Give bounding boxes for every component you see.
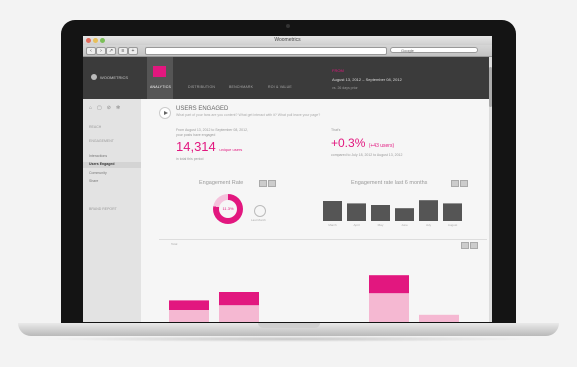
- bottom-chart-divider: [159, 239, 487, 240]
- tick-label: June: [401, 223, 408, 227]
- add-tab-icon[interactable]: +: [128, 47, 138, 55]
- bottom-chart-label: Total: [171, 242, 178, 246]
- browser-titlebar: Woometrics: [83, 36, 492, 45]
- sidebar-icons: ⌂ ▢ ⊘ ✻: [89, 105, 120, 111]
- date-range-text: August 13, 2012 – September 08, 2012: [332, 77, 402, 82]
- sidebar-heading-reach[interactable]: REACH: [89, 125, 101, 129]
- engagement-6m-title: Engagement rate last 6 months: [351, 180, 428, 186]
- laptop-shadow: [40, 336, 537, 342]
- delta-users: (+43 users): [368, 143, 395, 149]
- logo-text: WOOMETRICS: [100, 74, 128, 80]
- donut-value: 11.3%: [222, 206, 234, 211]
- sidebar-item-share[interactable]: Share: [89, 179, 98, 183]
- app-logo[interactable]: WOOMETRICS: [91, 74, 128, 80]
- section-title: USERS ENGAGED: [176, 106, 229, 112]
- date-from-label: FROM: [332, 68, 344, 73]
- bar-may[interactable]: [371, 205, 390, 221]
- forward-icon[interactable]: ›: [96, 47, 106, 55]
- sidebar-heading-brand-report[interactable]: BRAND REPORT: [89, 207, 117, 211]
- browser-title: Woometrics: [274, 37, 301, 43]
- delta-value: +0.3% (+43 users): [331, 136, 394, 150]
- delta-note: compared to July 18, 2012 to August 13, …: [331, 153, 403, 157]
- camera-icon: [286, 24, 290, 28]
- main-content: USERS ENGAGED What part of your fans are…: [141, 99, 489, 322]
- laptop-screen: Woometrics ‹ › ↗ ≡ + Google WOOMETRICS A…: [83, 36, 492, 322]
- bar-july[interactable]: [419, 200, 438, 221]
- print-icon[interactable]: [268, 180, 276, 187]
- date-range-picker[interactable]: FROM August 13, 2012 – September 08, 201…: [332, 68, 402, 90]
- tick-label: August: [448, 223, 458, 227]
- stacked-bar-segment[interactable]: [369, 275, 409, 294]
- period-text: From August 13, 2012 to September 08, 20…: [176, 128, 248, 132]
- page-icon[interactable]: ▢: [97, 105, 102, 111]
- bottom-chart-actions: [461, 242, 478, 249]
- sidebar-item-interactions[interactable]: Interactions: [89, 154, 107, 158]
- engagement-6m-actions: [451, 180, 468, 187]
- play-icon[interactable]: [159, 107, 171, 119]
- print-icon[interactable]: [460, 180, 468, 187]
- url-bar[interactable]: [145, 47, 387, 55]
- stacked-bar-segment[interactable]: [169, 310, 209, 322]
- mini-ring: [254, 205, 266, 217]
- stacked-bar-segment[interactable]: [169, 300, 209, 310]
- users-count-value: 14,314: [176, 139, 216, 154]
- nav-distribution[interactable]: DISTRIBUTION: [188, 85, 215, 89]
- nav-roi-value[interactable]: ROI & VALUE: [268, 85, 292, 89]
- export-icon[interactable]: [259, 180, 267, 187]
- bar-april[interactable]: [347, 203, 366, 221]
- print-icon[interactable]: [470, 242, 478, 249]
- logo-icon: [91, 74, 97, 80]
- bar-august[interactable]: [443, 203, 462, 221]
- nav-benchmark[interactable]: BENCHMARK: [229, 85, 253, 89]
- back-icon[interactable]: ‹: [86, 47, 96, 55]
- bar-march[interactable]: [323, 201, 342, 221]
- engagement-donut: 11.3%: [213, 194, 243, 224]
- laptop-notch: [258, 323, 320, 328]
- engagement-rate-actions: [259, 180, 276, 187]
- section-subtitle: What part of your fans are you content? …: [176, 113, 321, 117]
- export-icon[interactable]: [451, 180, 459, 187]
- bar-june[interactable]: [395, 208, 414, 221]
- search-input[interactable]: Google: [390, 47, 478, 53]
- nav-analytics-bg: [147, 57, 173, 99]
- settings-icon[interactable]: ✻: [116, 105, 120, 111]
- bottom-stacked-chart: [169, 275, 459, 322]
- bookmarks-icon[interactable]: ≡: [118, 47, 128, 55]
- scrollbar-thumb[interactable]: [489, 67, 492, 107]
- share-icon[interactable]: ↗: [106, 47, 116, 55]
- sidebar-item-community[interactable]: Community: [89, 171, 107, 175]
- delta-percent: +0.3%: [331, 136, 366, 150]
- stacked-bar-segment[interactable]: [369, 293, 409, 322]
- users-count: 14,314 unique users: [176, 139, 242, 154]
- users-note: in total this period: [176, 157, 204, 161]
- tick-label: April: [353, 223, 359, 227]
- tick-label: March: [328, 223, 337, 227]
- stacked-bar-segment[interactable]: [419, 314, 459, 322]
- date-compare-text: vs. 26 days prior: [332, 86, 358, 90]
- tick-label: July: [426, 223, 432, 227]
- home-icon[interactable]: ⌂: [89, 105, 92, 111]
- stacked-bar-segment[interactable]: [219, 292, 259, 306]
- sidebar-item-users-engaged[interactable]: Users Engaged: [83, 162, 141, 168]
- period-text-2: your posts have engaged: [176, 133, 216, 137]
- app-header: WOOMETRICS ANALYTICS DISTRIBUTION BENCHM…: [83, 57, 492, 99]
- nav-analytics[interactable]: ANALYTICS: [150, 85, 171, 89]
- page-scrollbar[interactable]: [489, 57, 492, 322]
- browser-toolbar: ‹ › ↗ ≡ + Google: [83, 45, 492, 57]
- analytics-icon: [153, 66, 166, 77]
- mini-ring-label: Last Month: [251, 218, 266, 222]
- export-icon[interactable]: [461, 242, 469, 249]
- tick-label: May: [378, 223, 384, 227]
- delta-label: That's: [331, 128, 341, 132]
- sidebar-heading-engagement[interactable]: ENGAGEMENT: [89, 139, 114, 143]
- stacked-bar-segment[interactable]: [219, 305, 259, 322]
- users-count-unit: unique users: [219, 147, 243, 152]
- link-icon[interactable]: ⊘: [107, 105, 111, 111]
- engagement-6m-chart: March April May June July August: [323, 200, 462, 227]
- engagement-rate-title: Engagement Rate: [199, 180, 244, 186]
- sidebar: ⌂ ▢ ⊘ ✻ REACH ENGAGEMENT Interactions Us…: [83, 99, 141, 322]
